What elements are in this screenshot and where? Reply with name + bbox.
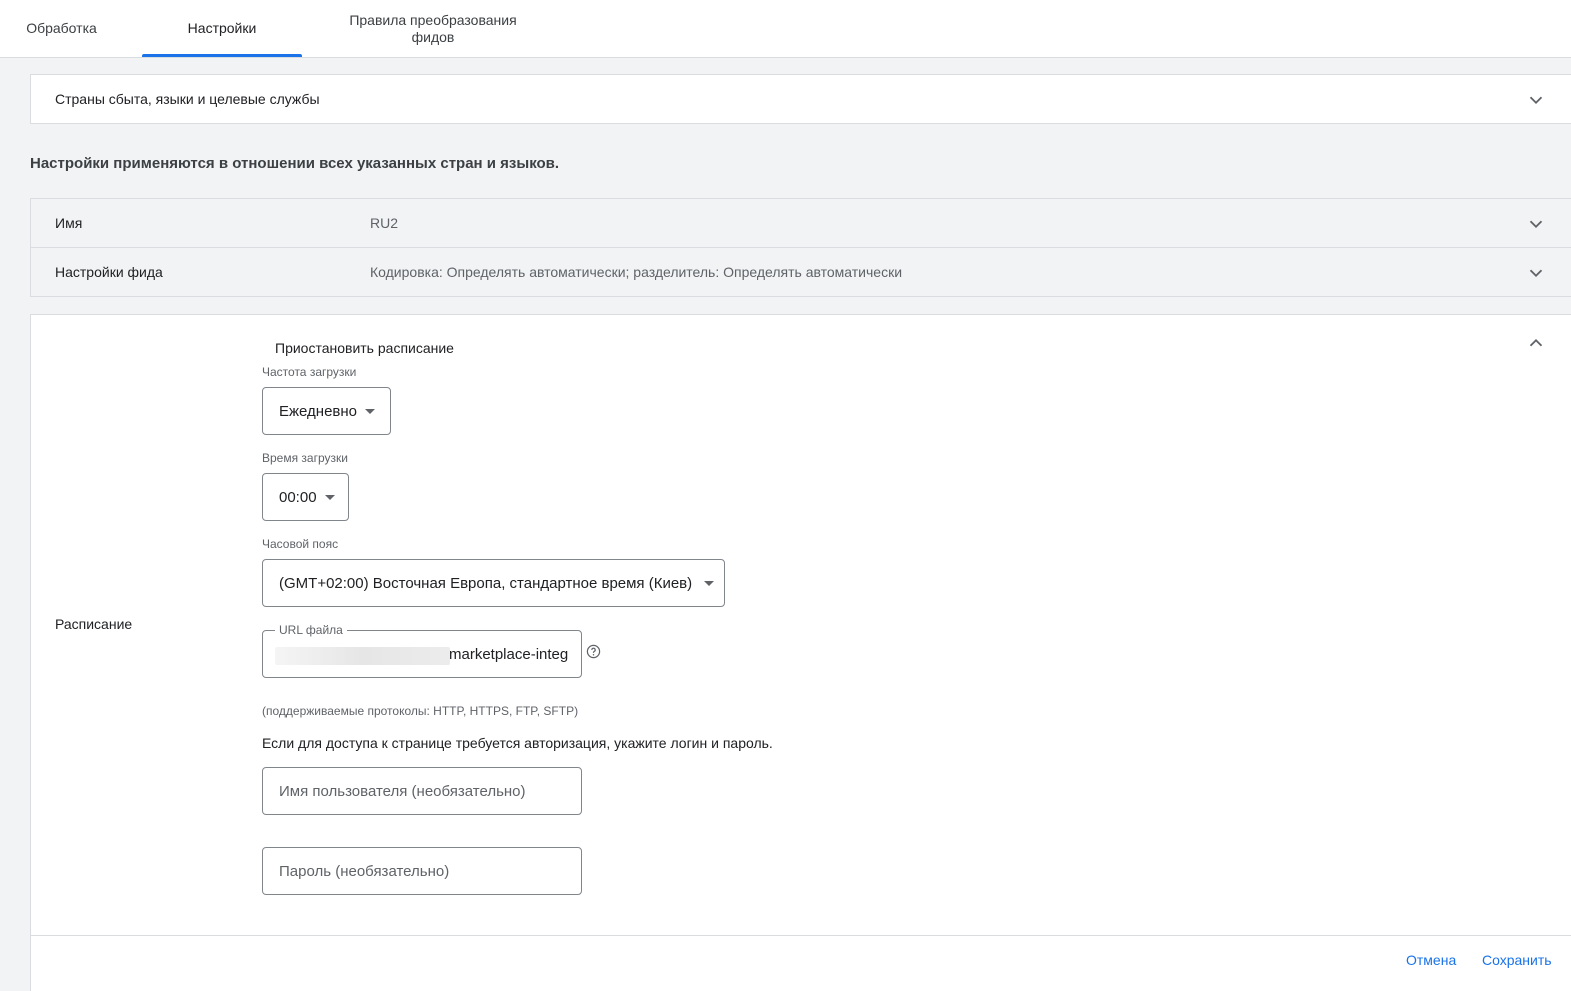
auth-note: Если для доступа к странице требуется ав… <box>262 735 773 751</box>
password-input[interactable]: Пароль (необязательно) <box>262 847 582 895</box>
feed-settings-panel[interactable]: Настройки фида Кодировка: Определять авт… <box>30 247 1571 297</box>
chevron-down-icon[interactable] <box>1525 89 1547 111</box>
time-label: Время загрузки <box>262 451 348 465</box>
markets-panel[interactable]: Страны сбыта, языки и целевые службы <box>30 74 1571 124</box>
timezone-label: Часовой пояс <box>262 537 339 551</box>
chevron-up-icon[interactable] <box>1525 332 1547 354</box>
password-placeholder: Пароль (необязательно) <box>279 862 450 880</box>
pause-schedule-link[interactable]: Приостановить расписание <box>275 340 454 356</box>
feed-settings-title: Настройки фида <box>55 264 163 280</box>
tab-settings[interactable]: Настройки <box>142 0 302 57</box>
dropdown-arrow-icon <box>365 408 376 414</box>
dropdown-arrow-icon <box>324 494 335 500</box>
chevron-down-icon[interactable] <box>1525 262 1547 284</box>
cancel-button[interactable]: Отмена <box>1406 952 1456 968</box>
tab-bar: Обработка Настройки Правила преобразован… <box>0 0 1571 58</box>
tab-feed-rules[interactable]: Правила преобразования фидов <box>328 0 538 57</box>
save-button[interactable]: Сохранить <box>1482 952 1552 968</box>
frequency-label: Частота загрузки <box>262 365 357 379</box>
username-input[interactable]: Имя пользователя (необязательно) <box>262 767 582 815</box>
markets-title: Страны сбыта, языки и целевые службы <box>55 91 320 107</box>
url-input[interactable]: URL файла marketplace-integ <box>262 623 582 678</box>
tab-processing[interactable]: Обработка <box>0 0 123 57</box>
timezone-select[interactable]: (GMT+02:00) Восточная Европа, стандартно… <box>262 559 725 607</box>
url-label: URL файла <box>275 623 347 637</box>
url-value: marketplace-integ <box>449 646 569 663</box>
schedule-title: Расписание <box>55 616 133 632</box>
active-tab-indicator <box>142 54 302 57</box>
frequency-select[interactable]: Ежедневно <box>262 387 391 435</box>
divider <box>31 935 1571 936</box>
settings-note: Настройки применяются в отношении всех у… <box>30 155 560 172</box>
name-title: Имя <box>55 215 83 231</box>
dropdown-arrow-icon <box>704 580 715 586</box>
time-select[interactable]: 00:00 <box>262 473 349 521</box>
protocols-hint: (поддерживаемые протоколы: HTTP, HTTPS, … <box>262 704 579 718</box>
frequency-value: Ежедневно <box>279 402 358 420</box>
time-value: 00:00 <box>279 488 317 506</box>
chevron-down-icon[interactable] <box>1525 213 1547 235</box>
help-circle-icon[interactable] <box>586 644 601 659</box>
timezone-value: (GMT+02:00) Восточная Европа, стандартно… <box>279 574 693 592</box>
feed-settings-value: Кодировка: Определять автоматически; раз… <box>370 264 903 280</box>
name-value: RU2 <box>370 215 399 231</box>
username-placeholder: Имя пользователя (необязательно) <box>279 782 526 800</box>
name-panel[interactable]: Имя RU2 <box>30 198 1571 248</box>
url-redacted <box>275 647 450 665</box>
